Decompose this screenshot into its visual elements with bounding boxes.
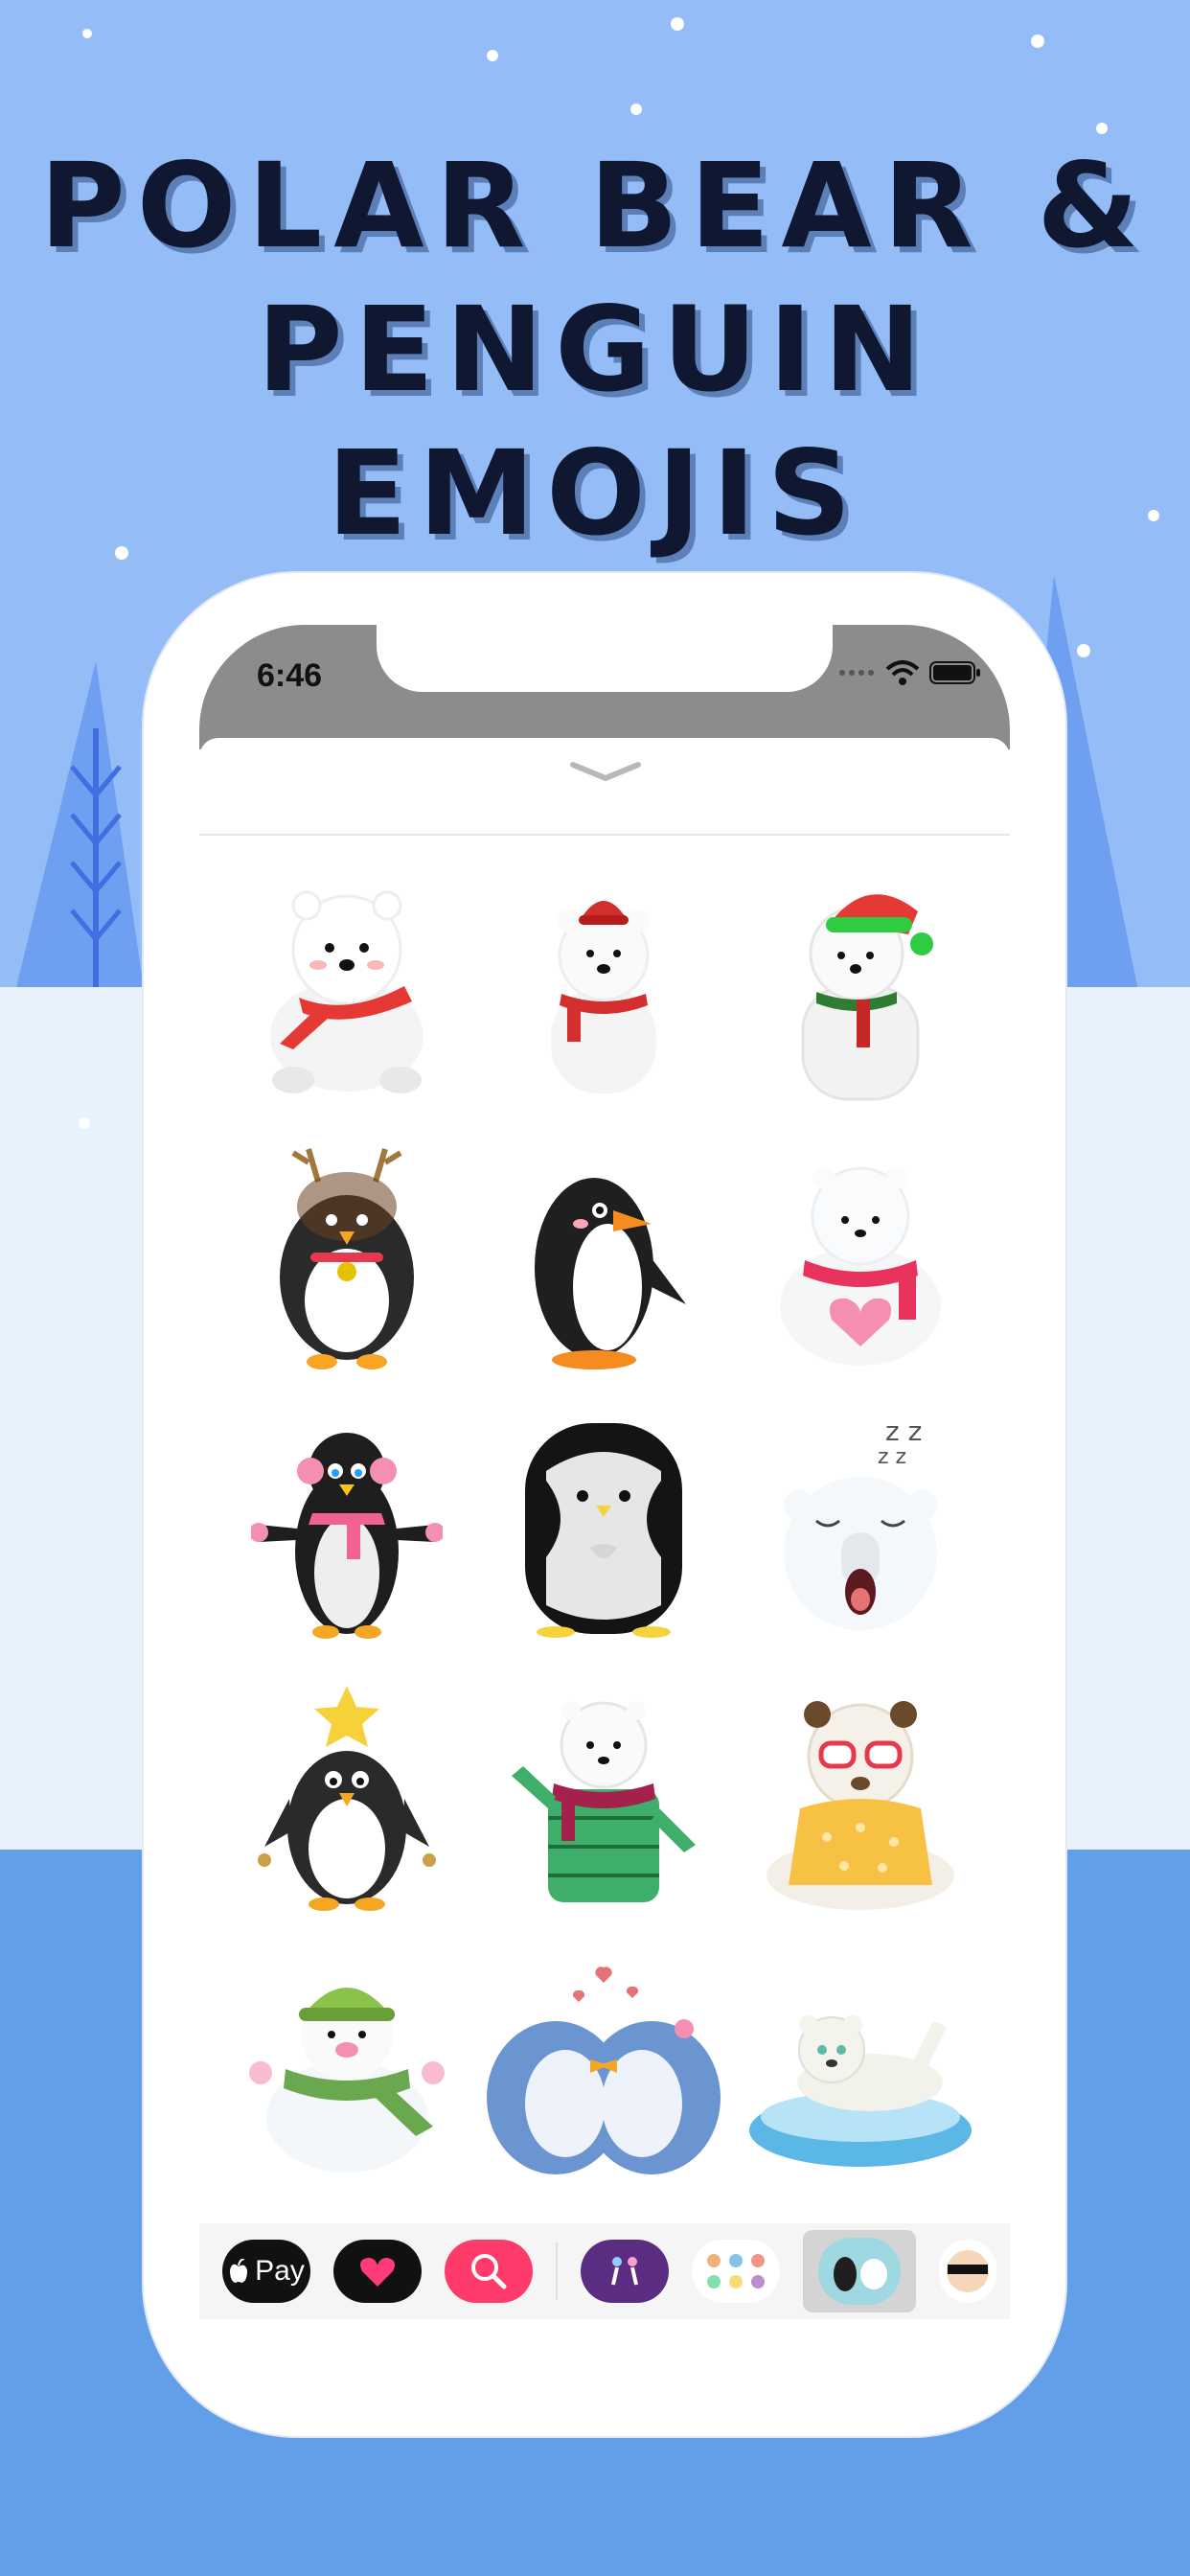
signal-icon bbox=[839, 670, 874, 676]
sticker-sheet: z z z z Pay bbox=[199, 738, 1010, 2384]
wifi-icon bbox=[885, 660, 920, 685]
phone-frame: 6:46 z z z z Pay bbox=[144, 573, 1065, 2436]
sticker-polar-bear-red-hat[interactable] bbox=[475, 853, 732, 1123]
snowflake bbox=[79, 1117, 90, 1129]
phone-screen: 6:46 z z z z Pay bbox=[199, 625, 1010, 2384]
sticker-penguin-round-black[interactable] bbox=[475, 1393, 732, 1664]
penguin-app-icon bbox=[818, 2238, 901, 2305]
apple-pay-app-button[interactable]: Pay bbox=[222, 2240, 310, 2303]
snowflake bbox=[630, 104, 642, 115]
sticker-penguin-pink-earmuffs[interactable] bbox=[218, 1393, 475, 1664]
phone-notch bbox=[377, 625, 833, 692]
sticker-penguin-orange-beak[interactable] bbox=[475, 1123, 732, 1393]
sticker-polar-bear-santa-hat[interactable] bbox=[732, 853, 989, 1123]
music-app-button[interactable] bbox=[581, 2240, 669, 2303]
snowflake bbox=[671, 17, 684, 31]
status-icons bbox=[837, 659, 981, 686]
dancers-icon bbox=[611, 2257, 638, 2286]
heart-hand-icon bbox=[360, 2258, 395, 2287]
images-search-app-button[interactable] bbox=[445, 2240, 533, 2303]
digital-touch-app-button[interactable] bbox=[333, 2240, 422, 2303]
apple-pay-label: Pay bbox=[255, 2255, 305, 2287]
sticker-pack-icon bbox=[707, 2254, 765, 2288]
sticker-polar-bear-green-hat-scarf[interactable] bbox=[218, 1934, 475, 2204]
sticker-penguins-kissing-hearts[interactable] bbox=[475, 1934, 732, 2204]
app-drawer-separator bbox=[556, 2242, 558, 2300]
svg-text:z z: z z bbox=[885, 1415, 922, 1447]
sticker-polar-bear-holding-heart[interactable] bbox=[732, 1123, 989, 1393]
sticker-polar-bear-red-scarf[interactable] bbox=[218, 853, 475, 1123]
hero-title-line2: PENGUIN EMOJIS bbox=[257, 282, 933, 562]
robber-icon bbox=[947, 2250, 989, 2292]
sticker-grid: z z z z bbox=[218, 853, 991, 2204]
chevron-down-icon[interactable] bbox=[567, 757, 644, 786]
sticker-polar-bear-on-ice[interactable] bbox=[732, 1934, 989, 2204]
hero-title-line1: POLAR BEAR & bbox=[39, 138, 1151, 274]
sticker-polar-bear-glasses-yellow[interactable] bbox=[732, 1664, 989, 1934]
polar-bear-penguin-app-button[interactable] bbox=[803, 2230, 916, 2312]
sticker-pack-app-button[interactable] bbox=[692, 2240, 780, 2303]
snowflake bbox=[487, 50, 498, 61]
sticker-polar-bear-knit-sweater[interactable] bbox=[475, 1664, 732, 1934]
status-time: 6:46 bbox=[257, 657, 323, 694]
sticker-penguin-reindeer-antlers[interactable] bbox=[218, 1123, 475, 1393]
battery-icon bbox=[929, 661, 980, 684]
sheet-divider bbox=[199, 834, 1010, 836]
hero-title: POLAR BEAR & PENGUIN EMOJIS bbox=[0, 134, 1190, 565]
snowflake bbox=[1077, 644, 1090, 657]
search-globe-icon bbox=[471, 2254, 507, 2289]
svg-text:z z: z z bbox=[878, 1445, 906, 1469]
apple-logo-icon bbox=[230, 2259, 248, 2283]
snowflake bbox=[82, 29, 92, 38]
sticker-penguin-christmas-star[interactable] bbox=[218, 1664, 475, 1934]
sticker-polar-bear-sleeping[interactable]: z z z z bbox=[732, 1393, 989, 1664]
imessage-app-drawer: Pay bbox=[199, 2223, 1010, 2319]
status-bar: 6:46 bbox=[199, 625, 1010, 749]
snowflake bbox=[1096, 123, 1108, 134]
next-app-button[interactable] bbox=[939, 2240, 996, 2303]
snowflake bbox=[1031, 34, 1044, 48]
